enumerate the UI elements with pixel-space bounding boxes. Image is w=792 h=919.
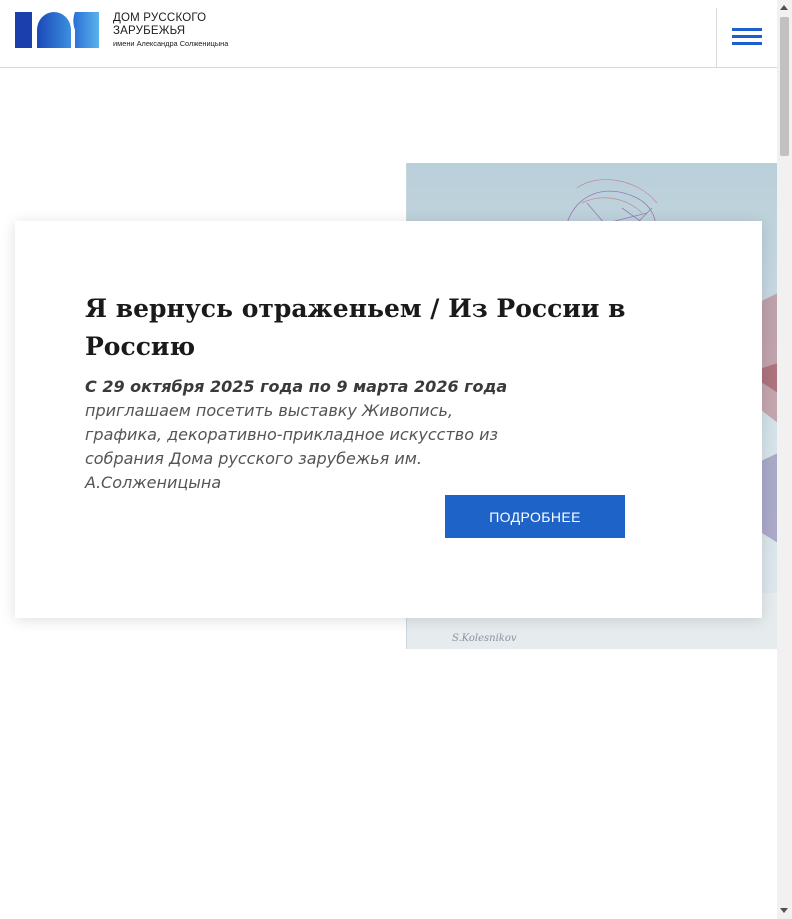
scrollbar-thumb[interactable]	[780, 17, 789, 156]
hamburger-menu-icon	[732, 28, 762, 31]
scroll-down-arrow-icon[interactable]	[780, 908, 788, 913]
logo-title-line2: ЗАРУБЕЖЬЯ	[113, 25, 186, 37]
hamburger-menu-button[interactable]	[717, 8, 777, 66]
exhibition-dates: С 29 октября 2025 года по 9 марта 2026 г…	[85, 377, 508, 396]
hamburger-menu-icon	[732, 35, 762, 38]
logo-title-line1: ДОМ РУССКОГО	[113, 12, 207, 24]
exhibition-card: Я вернусь отраженьем / Из России в Росси…	[15, 221, 762, 618]
hamburger-menu-icon	[732, 42, 762, 45]
page-scrollbar[interactable]	[777, 0, 792, 919]
site-logo[interactable]: ДОМ РУССКОГО ЗАРУБЕЖЬЯ имени Александра …	[15, 12, 255, 50]
exhibition-description: приглашаем посетить выставку Живопись, г…	[85, 401, 498, 492]
site-header: ДОМ РУССКОГО ЗАРУБЕЖЬЯ имени Александра …	[0, 0, 777, 68]
scroll-up-arrow-icon[interactable]	[780, 5, 788, 10]
logo-text: ДОМ РУССКОГО ЗАРУБЕЖЬЯ имени Александра …	[113, 12, 228, 50]
svg-text:S.Kolesnikov: S.Kolesnikov	[452, 633, 517, 644]
exhibition-title: Я вернусь отраженьем / Из России в Росси…	[85, 294, 626, 361]
more-details-button[interactable]: ПОДРОБНЕЕ	[445, 495, 625, 538]
logo-subtitle: имени Александра Солженицына	[113, 39, 229, 48]
logo-mark-icon	[15, 12, 99, 48]
